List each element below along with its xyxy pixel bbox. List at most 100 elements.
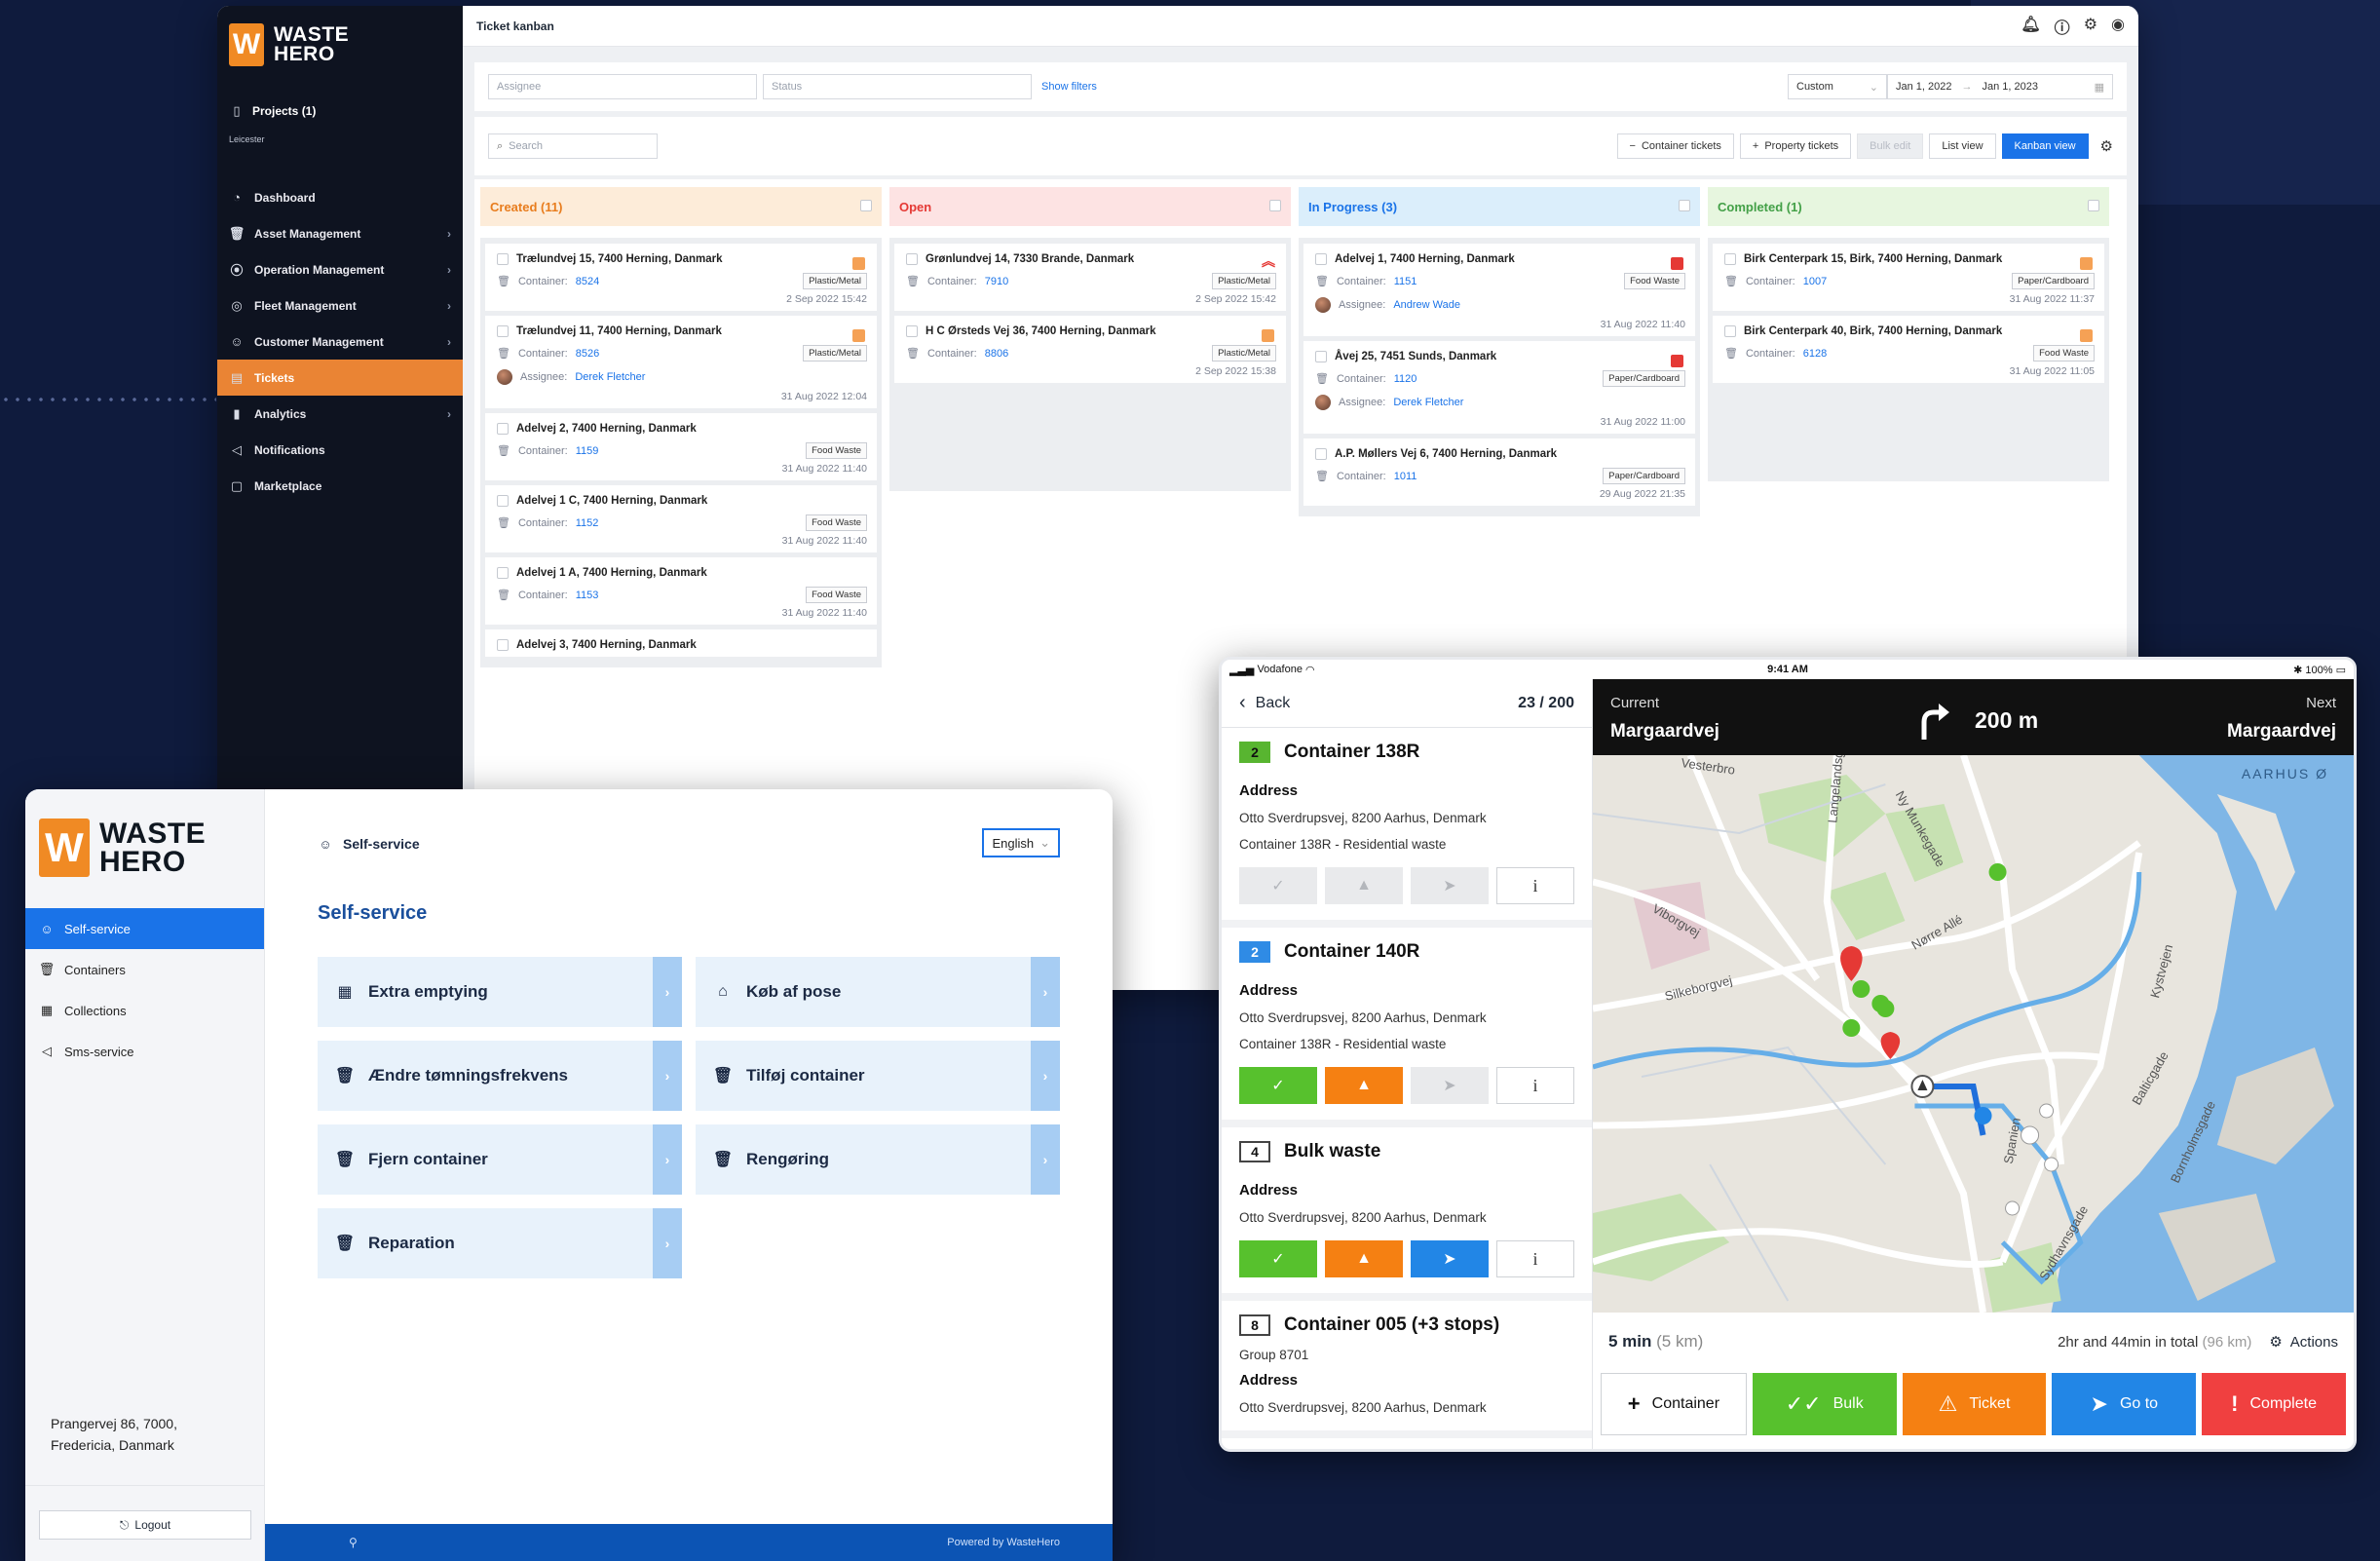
container-link[interactable]: 1152	[576, 517, 599, 529]
sidebar-item-asset-management[interactable]: 🗑︎ Asset Management ›	[217, 215, 463, 251]
ticket-card[interactable]: Åvej 25, 7451 Sunds, Danmark 🗑︎ Container:…	[1303, 341, 1695, 434]
report-issue-button[interactable]: ▲	[1325, 1067, 1403, 1104]
ticket-checkbox[interactable]	[1315, 351, 1327, 362]
ticket-checkbox[interactable]	[906, 325, 918, 337]
bulk-edit-button[interactable]: Bulk edit	[1857, 133, 1924, 159]
date-range-input[interactable]: Jan 1, 2022 → Jan 1, 2023 ▦	[1887, 74, 2113, 99]
ticket-card[interactable]: Adelvej 1 A, 7400 Herning, Danmark 🗑︎ Cont…	[485, 557, 877, 625]
stop-info-button[interactable]: i	[1496, 1067, 1575, 1104]
navigate-stop-button[interactable]: ➤	[1411, 1067, 1489, 1104]
ticket-checkbox[interactable]	[1724, 325, 1736, 337]
ticket-card[interactable]: Trælundvej 11, 7400 Herning, Danmark 🗑︎ Co…	[485, 316, 877, 408]
user-icon[interactable]: ◉	[2111, 15, 2125, 38]
column-select-checkbox[interactable]	[860, 200, 872, 211]
sidebar-item-customer-management[interactable]: ☺ Customer Management ›	[217, 324, 463, 360]
help-icon[interactable]: ⓘ	[2055, 15, 2070, 38]
service-tile[interactable]: 🗑︎ Rengøring ›	[696, 1124, 1060, 1195]
route-stop[interactable]: 4 Bulk waste Address Otto Sverdrupsvej, 820…	[1222, 1127, 1592, 1301]
actions-button[interactable]: ⚙ Actions	[2269, 1333, 2338, 1352]
ticket-card[interactable]: H C Ørsteds Vej 36, 7400 Herning, Danmar…	[894, 316, 1286, 383]
assignee-link[interactable]: Derek Fletcher	[575, 371, 645, 383]
route-stop[interactable]: 2 Container 138R Address Otto Sverdrupsvej,…	[1222, 728, 1592, 928]
complete-stop-button[interactable]: ✓	[1239, 867, 1317, 904]
report-issue-button[interactable]: ▲	[1325, 1240, 1403, 1277]
service-tile[interactable]: 🗑︎ Tilføj container ›	[696, 1041, 1060, 1111]
nav-item-self-service[interactable]: ☺ Self-service	[25, 908, 264, 949]
route-stop[interactable]: 8 Container 005 (+3 stops) Group 8701 Addre…	[1222, 1301, 1592, 1438]
nav-item-sms-service[interactable]: ◁ Sms-service	[25, 1031, 264, 1072]
container-link[interactable]: 8806	[985, 348, 1008, 360]
service-tile[interactable]: 🗑︎ Ændre tømningsfrekvens ›	[318, 1041, 682, 1111]
service-tile[interactable]: 🗑︎ Reparation ›	[318, 1208, 682, 1278]
service-tile[interactable]: 🗑︎ Fjern container ›	[318, 1124, 682, 1195]
ticket-checkbox[interactable]	[1724, 253, 1736, 265]
search-input[interactable]: ⌕ Search	[488, 133, 658, 159]
ticket-card[interactable]: Birk Centerpark 40, Birk, 7400 Herning, …	[1713, 316, 2104, 383]
logout-button[interactable]: ⎋ Logout	[39, 1510, 251, 1540]
ticket-checkbox[interactable]	[906, 253, 918, 265]
property-tickets-button[interactable]: + Property tickets	[1739, 133, 1852, 159]
column-select-checkbox[interactable]	[1269, 200, 1281, 211]
ticket-checkbox[interactable]	[497, 423, 509, 435]
container-link[interactable]: 1151	[1394, 276, 1417, 287]
bulk-button[interactable]: ✓✓ Bulk	[1752, 1373, 1897, 1435]
ticket-card[interactable]: A.P. Møllers Vej 6, 7400 Herning, Danmar…	[1303, 438, 1695, 506]
container-link[interactable]: 1153	[576, 590, 599, 601]
container-button[interactable]: + Container	[1601, 1373, 1747, 1435]
route-stop[interactable]: 2 Container 140R Address Otto Sverdrupsvej,…	[1222, 928, 1592, 1127]
report-issue-button[interactable]: ▲	[1325, 867, 1403, 904]
assignee-link[interactable]: Derek Fletcher	[1393, 397, 1463, 408]
ticket-button[interactable]: ⚠ Ticket	[1902, 1373, 2047, 1435]
sidebar-item-tickets[interactable]: ▤ Tickets	[217, 360, 463, 396]
ticket-card[interactable]: Adelvej 1 C, 7400 Herning, Danmark 🗑︎ Cont…	[485, 485, 877, 552]
settings-gear-icon[interactable]: ⚙	[2100, 137, 2113, 155]
kanban-view-button[interactable]: Kanban view	[2001, 133, 2089, 159]
container-link[interactable]: 1159	[576, 445, 599, 457]
stop-info-button[interactable]: i	[1496, 1240, 1575, 1277]
navigate-stop-button[interactable]: ➤	[1411, 1240, 1489, 1277]
service-tile[interactable]: ▦ Extra emptying ›	[318, 957, 682, 1027]
back-button[interactable]: ‹ Back	[1239, 692, 1290, 714]
route-map[interactable]: Viborgvej Silkeborgvej Nørre Allé Langel…	[1593, 755, 2354, 1313]
complete-stop-button[interactable]: ✓	[1239, 1240, 1317, 1277]
language-select[interactable]: English ⌄	[982, 828, 1060, 857]
sidebar-item-notifications[interactable]: ◁ Notifications	[217, 432, 463, 468]
projects-selector[interactable]: ▯ Projects (1)	[229, 103, 316, 119]
ticket-card[interactable]: Grønlundvej 14, 7330 Brande, Danmark ︽ 🗑︎ C…	[894, 244, 1286, 311]
column-select-checkbox[interactable]	[1679, 200, 1690, 211]
assignee-filter[interactable]: Assignee	[488, 74, 757, 99]
date-range-select[interactable]: Custom ⌄	[1788, 74, 1887, 99]
sidebar-item-analytics[interactable]: ▮ Analytics ›	[217, 396, 463, 432]
show-filters-link[interactable]: Show filters	[1041, 81, 1097, 93]
sidebar-item-operation-management[interactable]: ⦿ Operation Management ›	[217, 251, 463, 287]
ticket-card[interactable]: Adelvej 2, 7400 Herning, Danmark 🗑︎ Contai…	[485, 413, 877, 480]
go-to-button[interactable]: ➤ Go to	[2052, 1373, 2197, 1435]
ticket-checkbox[interactable]	[1315, 253, 1327, 265]
stop-info-button[interactable]: i	[1496, 867, 1575, 904]
ticket-card[interactable]: Trælundvej 15, 7400 Herning, Danmark 🗑︎ Co…	[485, 244, 877, 311]
container-link[interactable]: 8526	[576, 348, 599, 360]
nav-item-containers[interactable]: 🗑︎ Containers	[25, 949, 264, 990]
container-link[interactable]: 1007	[1803, 276, 1827, 287]
container-link[interactable]: 6128	[1803, 348, 1827, 360]
sidebar-item-fleet-management[interactable]: ◎ Fleet Management ›	[217, 287, 463, 324]
ticket-checkbox[interactable]	[497, 253, 509, 265]
assignee-link[interactable]: Andrew Wade	[1393, 299, 1460, 311]
container-link[interactable]: 8524	[576, 276, 599, 287]
container-link[interactable]: 7910	[985, 276, 1008, 287]
nav-item-collections[interactable]: ▦ Collections	[25, 990, 264, 1031]
list-view-button[interactable]: List view	[1929, 133, 1996, 159]
container-link[interactable]: 1120	[1394, 373, 1417, 385]
container-link[interactable]: 1011	[1394, 471, 1417, 482]
ticket-checkbox[interactable]	[1315, 448, 1327, 460]
column-select-checkbox[interactable]	[2088, 200, 2099, 211]
bell-icon[interactable]: 🔔︎	[2021, 15, 2040, 38]
ticket-checkbox[interactable]	[497, 567, 509, 579]
sidebar-item-dashboard[interactable]: ◔ Dashboard	[217, 179, 463, 215]
sidebar-item-marketplace[interactable]: ▢ Marketplace	[217, 468, 463, 504]
ticket-checkbox[interactable]	[497, 639, 509, 651]
container-tickets-button[interactable]: − Container tickets	[1616, 133, 1734, 159]
status-filter[interactable]: Status	[763, 74, 1032, 99]
navigate-stop-button[interactable]: ➤	[1411, 867, 1489, 904]
service-tile[interactable]: ⌂ Køb af pose ›	[696, 957, 1060, 1027]
